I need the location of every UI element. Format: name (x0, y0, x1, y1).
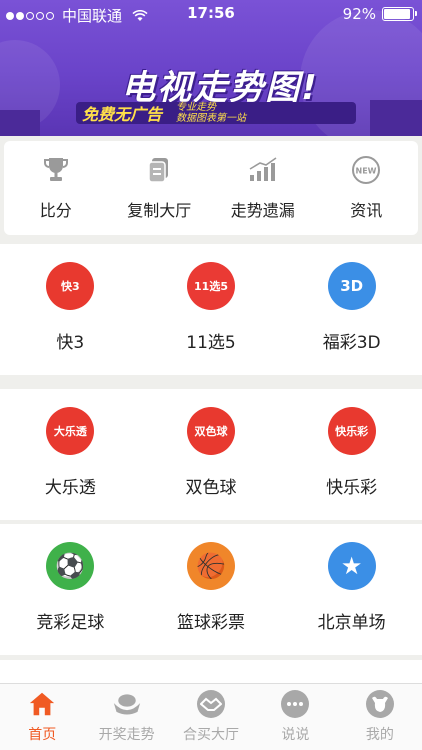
lottery-name: 篮球彩票 (177, 613, 245, 633)
shuangseqiu-logo-icon: 双色球 (187, 407, 235, 455)
banner-slogan: 免费无广告 (82, 105, 163, 124)
svg-text:NEW: NEW (356, 167, 377, 176)
lottery-beijing-single[interactable]: ★ 北京单场 (281, 524, 422, 655)
lottery-football[interactable]: ⚽ 竞彩足球 (0, 524, 141, 655)
quick-item-label: 比分 (39, 201, 72, 220)
copy-icon (144, 155, 174, 185)
profile-icon (365, 690, 394, 718)
lottery-name: 快3 (56, 333, 85, 353)
lottery-name: 大乐透 (44, 478, 96, 498)
quick-item-label: 复制大厅 (127, 201, 192, 220)
banner-subtitle: 免费无广告 专业走势 数据图表第一站 (76, 102, 356, 124)
daletou-logo-icon: 大乐透 (46, 407, 95, 455)
lottery-name: 双色球 (185, 478, 237, 498)
battery-level (384, 9, 410, 19)
tab-home[interactable]: 首页 (0, 684, 84, 750)
kuailecai-logo-icon: 快乐彩 (327, 407, 376, 455)
tab-talk[interactable]: 说说 (253, 684, 337, 750)
battery-percent: 92% (342, 5, 376, 23)
quick-item-news[interactable]: NEW 资讯 (315, 141, 419, 235)
lottery-shuangseqiu[interactable]: 双色球 双色球 (141, 389, 282, 520)
tab-label: 合买大厅 (183, 727, 240, 743)
lottery-row: 大乐透 大乐透 双色球 双色球 快乐彩 快乐彩 (0, 389, 422, 520)
3d-logo-icon: 3D (327, 262, 376, 310)
bottom-tab-bar: 首页 开奖走势 合买大厅 说说 我的 (0, 683, 422, 750)
quick-item-score[interactable]: 比分 (4, 141, 108, 235)
starfish-icon: ★ (327, 542, 376, 590)
battery-icon (382, 7, 417, 21)
new-badge-icon: NEW (351, 155, 381, 185)
football-icon: ⚽ (46, 542, 95, 590)
status-bar: 中国联通 17:56 92% (0, 0, 422, 28)
lottery-name: 福彩3D (322, 333, 381, 353)
lottery-row: ⚽ 竞彩足球 🏀 篮球彩票 ★ 北京单场 (0, 524, 422, 655)
lottery-name: 竞彩足球 (36, 613, 105, 633)
lottery-row: 快3 快3 11选5 11选5 3D 福彩3D (0, 244, 422, 375)
lottery-name: 快乐彩 (326, 478, 378, 498)
tab-label: 说说 (281, 727, 310, 743)
lottery-kuailecai[interactable]: 快乐彩 快乐彩 (281, 389, 422, 520)
11x5-logo-icon: 11选5 (187, 262, 235, 310)
lottery-basketball[interactable]: 🏀 篮球彩票 (141, 524, 282, 655)
banner-tagline: 专业走势 数据图表第一站 (176, 102, 246, 124)
lottery-name: 11选5 (186, 333, 236, 353)
quick-item-copy-hall[interactable]: 复制大厅 (108, 141, 212, 235)
lottery-11x5[interactable]: 11选5 11选5 (141, 244, 282, 375)
tab-label: 首页 (28, 727, 57, 743)
banner-tagline-1: 专业走势 (176, 102, 217, 113)
quick-item-label: 走势遗漏 (230, 201, 295, 220)
banner-decoration (0, 110, 40, 136)
tab-label: 开奖走势 (98, 727, 155, 743)
ingot-icon (113, 690, 141, 718)
basketball-hoop-icon: 🏀 (187, 542, 235, 590)
chat-bubble-icon (281, 690, 310, 718)
quick-menu: 比分 复制大厅 走势遗漏 NEW 资讯 (4, 141, 418, 235)
tab-mine[interactable]: 我的 (338, 684, 422, 750)
banner-decoration (370, 100, 422, 136)
lottery-3d[interactable]: 3D 福彩3D (281, 244, 422, 375)
lottery-name: 北京单场 (317, 613, 386, 633)
tab-group-buy[interactable]: 合买大厅 (169, 684, 253, 750)
lottery-k3[interactable]: 快3 快3 (0, 244, 141, 375)
banner-tagline-2: 数据图表第一站 (176, 113, 247, 124)
lottery-daletou[interactable]: 大乐透 大乐透 (0, 389, 141, 520)
k3-logo-icon: 快3 (46, 262, 95, 310)
trophy-icon (41, 155, 71, 185)
trend-bars-icon (248, 155, 278, 185)
tab-label: 我的 (365, 727, 394, 743)
tab-lottery-trend[interactable]: 开奖走势 (84, 684, 168, 750)
home-icon (28, 690, 56, 718)
handshake-icon (197, 690, 226, 718)
quick-item-label: 资讯 (350, 201, 383, 220)
quick-item-trend[interactable]: 走势遗漏 (211, 141, 315, 235)
